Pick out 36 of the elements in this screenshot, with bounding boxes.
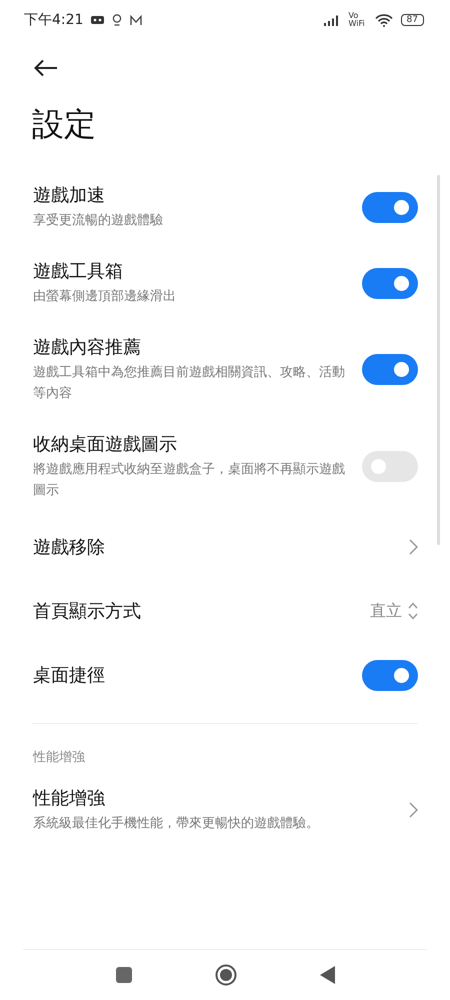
up-down-chevron-icon[interactable] bbox=[408, 602, 418, 620]
toggle-switch[interactable] bbox=[362, 192, 418, 222]
back-button-icon[interactable] bbox=[320, 966, 335, 984]
setting-label[interactable]: 首頁顯示方式 bbox=[33, 599, 141, 623]
mail-icon bbox=[130, 14, 142, 26]
battery-indicator: 87 bbox=[400, 14, 424, 26]
select-value[interactable]: 直立 bbox=[370, 600, 402, 622]
chevron-right-icon[interactable] bbox=[409, 802, 418, 818]
setting-label[interactable]: 遊戲內容推薦 bbox=[33, 335, 353, 359]
gamepad-icon bbox=[91, 15, 104, 25]
setting-description: 由螢幕側邊頂部邊緣滑出 bbox=[33, 288, 176, 306]
toggle-switch[interactable] bbox=[362, 268, 418, 298]
back-arrow-icon[interactable] bbox=[34, 59, 58, 77]
recents-button-icon[interactable] bbox=[116, 967, 132, 983]
setting-label[interactable]: 收納桌面遊戲圖示 bbox=[33, 432, 353, 456]
toggle-switch[interactable] bbox=[362, 660, 418, 690]
setting-label[interactable]: 遊戲工具箱 bbox=[33, 259, 176, 283]
signal-icon bbox=[324, 14, 341, 26]
toggle-switch[interactable] bbox=[362, 451, 418, 482]
setting-label[interactable]: 桌面捷徑 bbox=[33, 663, 105, 687]
section-header: 性能增強 bbox=[33, 749, 86, 766]
setting-description: 系統級最佳化手機性能，帶來更暢快的遊戲體驗。 bbox=[33, 815, 319, 833]
setting-description: 遊戲工具箱中為您推薦目前遊戲相關資訊、攻略、活動等內容 bbox=[33, 364, 346, 403]
setting-label[interactable]: 遊戲加速 bbox=[33, 183, 163, 207]
setting-description: 將遊戲應用程式收納至遊戲盒子，桌面將不再顯示遊戲圖示 bbox=[33, 461, 346, 500]
chevron-right-icon[interactable] bbox=[409, 539, 418, 555]
page-title: 設定 bbox=[32, 104, 97, 145]
vowifi-label: Vo WiFi bbox=[348, 12, 366, 28]
wifi-icon bbox=[374, 14, 393, 26]
home-button-icon[interactable] bbox=[215, 964, 237, 986]
toggle-switch[interactable] bbox=[362, 354, 418, 385]
bulb-icon bbox=[112, 14, 122, 26]
setting-description: 享受更流暢的遊戲體驗 bbox=[33, 212, 163, 230]
setting-label[interactable]: 性能增強 bbox=[33, 786, 319, 810]
setting-label[interactable]: 遊戲移除 bbox=[33, 535, 105, 559]
status-time: 下午4:21 bbox=[24, 11, 84, 29]
